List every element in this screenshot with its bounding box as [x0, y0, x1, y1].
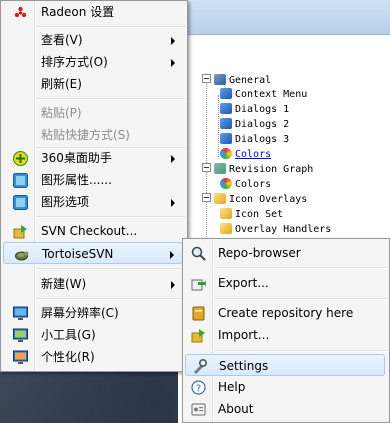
graph-icon: [214, 163, 226, 174]
menu-separator: [215, 298, 387, 300]
svn-checkout-icon: [13, 224, 28, 239]
menu-item-repo-browser[interactable]: Repo-browser: [185, 242, 385, 264]
svg-text:?: ?: [196, 384, 201, 395]
overlay-icon: [220, 208, 232, 219]
overlay-icon: [214, 193, 226, 204]
menu-separator: [37, 216, 185, 218]
tree-item-dialogs-3[interactable]: Dialogs 3: [220, 133, 289, 147]
graphics-properties-icon: [13, 173, 28, 188]
tortoisesvn-submenu: Repo-browser Export... Create repository…: [182, 238, 390, 423]
collapse-icon[interactable]: [202, 193, 211, 202]
menu-item-graphics-options[interactable]: 图形选项: [3, 191, 183, 213]
puzzle-icon: [220, 88, 232, 99]
submenu-arrow-icon: [171, 37, 175, 45]
menu-item-export[interactable]: Export...: [185, 272, 385, 294]
menu-item-personalize[interactable]: 个性化(R): [3, 346, 183, 368]
menu-item-create-repository[interactable]: Create repository here: [185, 302, 385, 324]
palette-icon: [220, 148, 232, 159]
menu-item-radeon-settings[interactable]: Radeon 设置: [3, 1, 183, 23]
menu-item-tortoisesvn[interactable]: TortoiseSVN: [3, 242, 183, 264]
submenu-arrow-icon: [171, 155, 175, 163]
tree-item-dialogs-1[interactable]: Dialogs 1: [220, 103, 289, 117]
puzzle-icon: [220, 103, 232, 114]
tree-item-colors[interactable]: Colors: [220, 148, 271, 162]
repo-browser-icon: [191, 246, 206, 261]
screen-resolution-icon: [13, 306, 28, 321]
menu-item-new[interactable]: 新建(W): [3, 273, 183, 295]
menu-separator: [37, 26, 185, 28]
palette-icon: [220, 178, 232, 189]
menu-item-screen-resolution[interactable]: 屏幕分辨率(C): [3, 302, 183, 324]
gadgets-icon: [13, 328, 28, 343]
collapse-icon[interactable]: [202, 163, 211, 172]
menu-item-paste-shortcut: 粘贴快捷方式(S): [41, 128, 130, 142]
menu-item-graphics-properties[interactable]: 图形属性......: [3, 169, 183, 191]
menu-separator: [37, 268, 185, 270]
puzzle-icon: [220, 133, 232, 144]
settings-window-titlebar: [178, 0, 390, 35]
menu-item-gadgets[interactable]: 小工具(G): [3, 324, 183, 346]
tree-item-icon-set[interactable]: Icon Set: [220, 208, 283, 222]
menu-item-svn-checkout[interactable]: SVN Checkout...: [3, 220, 183, 242]
menu-separator: [37, 298, 185, 300]
menu-item-sort-by[interactable]: 排序方式(O): [3, 51, 183, 73]
about-icon: [191, 402, 206, 417]
desktop-context-menu: Radeon 设置 查看(V) 排序方式(O) 刷新(E) 粘贴(P) 粘贴快捷…: [0, 0, 188, 372]
menu-item-help[interactable]: ? Help: [185, 376, 385, 398]
menu-item-360-desktop-assistant[interactable]: 360桌面助手: [3, 147, 183, 169]
submenu-arrow-icon: [170, 251, 174, 259]
export-icon: [191, 276, 206, 291]
wrench-icon: [214, 74, 226, 85]
create-repository-icon: [191, 306, 206, 321]
tree-item-icon-overlays[interactable]: Icon Overlays: [202, 193, 307, 207]
menu-item-settings[interactable]: Settings: [185, 354, 385, 376]
tree-item-overlay-handlers[interactable]: Overlay Handlers: [220, 223, 331, 237]
menu-separator: [215, 267, 387, 269]
submenu-arrow-icon: [171, 59, 175, 67]
collapse-icon[interactable]: [202, 74, 211, 83]
menu-item-import[interactable]: Import...: [185, 324, 385, 346]
menu-item-view[interactable]: 查看(V): [3, 29, 183, 51]
help-icon: ?: [191, 380, 206, 395]
submenu-arrow-icon: [171, 281, 175, 289]
personalize-icon: [13, 350, 28, 365]
tree-item-general[interactable]: General: [202, 74, 271, 88]
overlay-icon: [220, 223, 232, 234]
menu-item-paste: 粘贴(P): [41, 106, 82, 120]
graphics-options-icon: [13, 195, 28, 210]
menu-item-about[interactable]: About: [185, 398, 385, 420]
tortoisesvn-icon: [14, 247, 29, 262]
menu-separator: [215, 350, 387, 352]
tree-item-revision-graph-colors[interactable]: Colors: [220, 178, 271, 192]
tree-item-context-menu[interactable]: Context Menu: [220, 88, 307, 102]
submenu-arrow-icon: [171, 199, 175, 207]
tree-item-dialogs-2[interactable]: Dialogs 2: [220, 118, 289, 132]
360-icon: [13, 151, 28, 166]
tree-item-revision-graph[interactable]: Revision Graph: [202, 163, 313, 177]
menu-item-refresh[interactable]: 刷新(E): [3, 73, 183, 95]
settings-icon: [192, 359, 207, 374]
menu-separator: [37, 98, 185, 100]
radeon-icon: [13, 5, 28, 20]
import-icon: [191, 328, 206, 343]
puzzle-icon: [220, 118, 232, 129]
